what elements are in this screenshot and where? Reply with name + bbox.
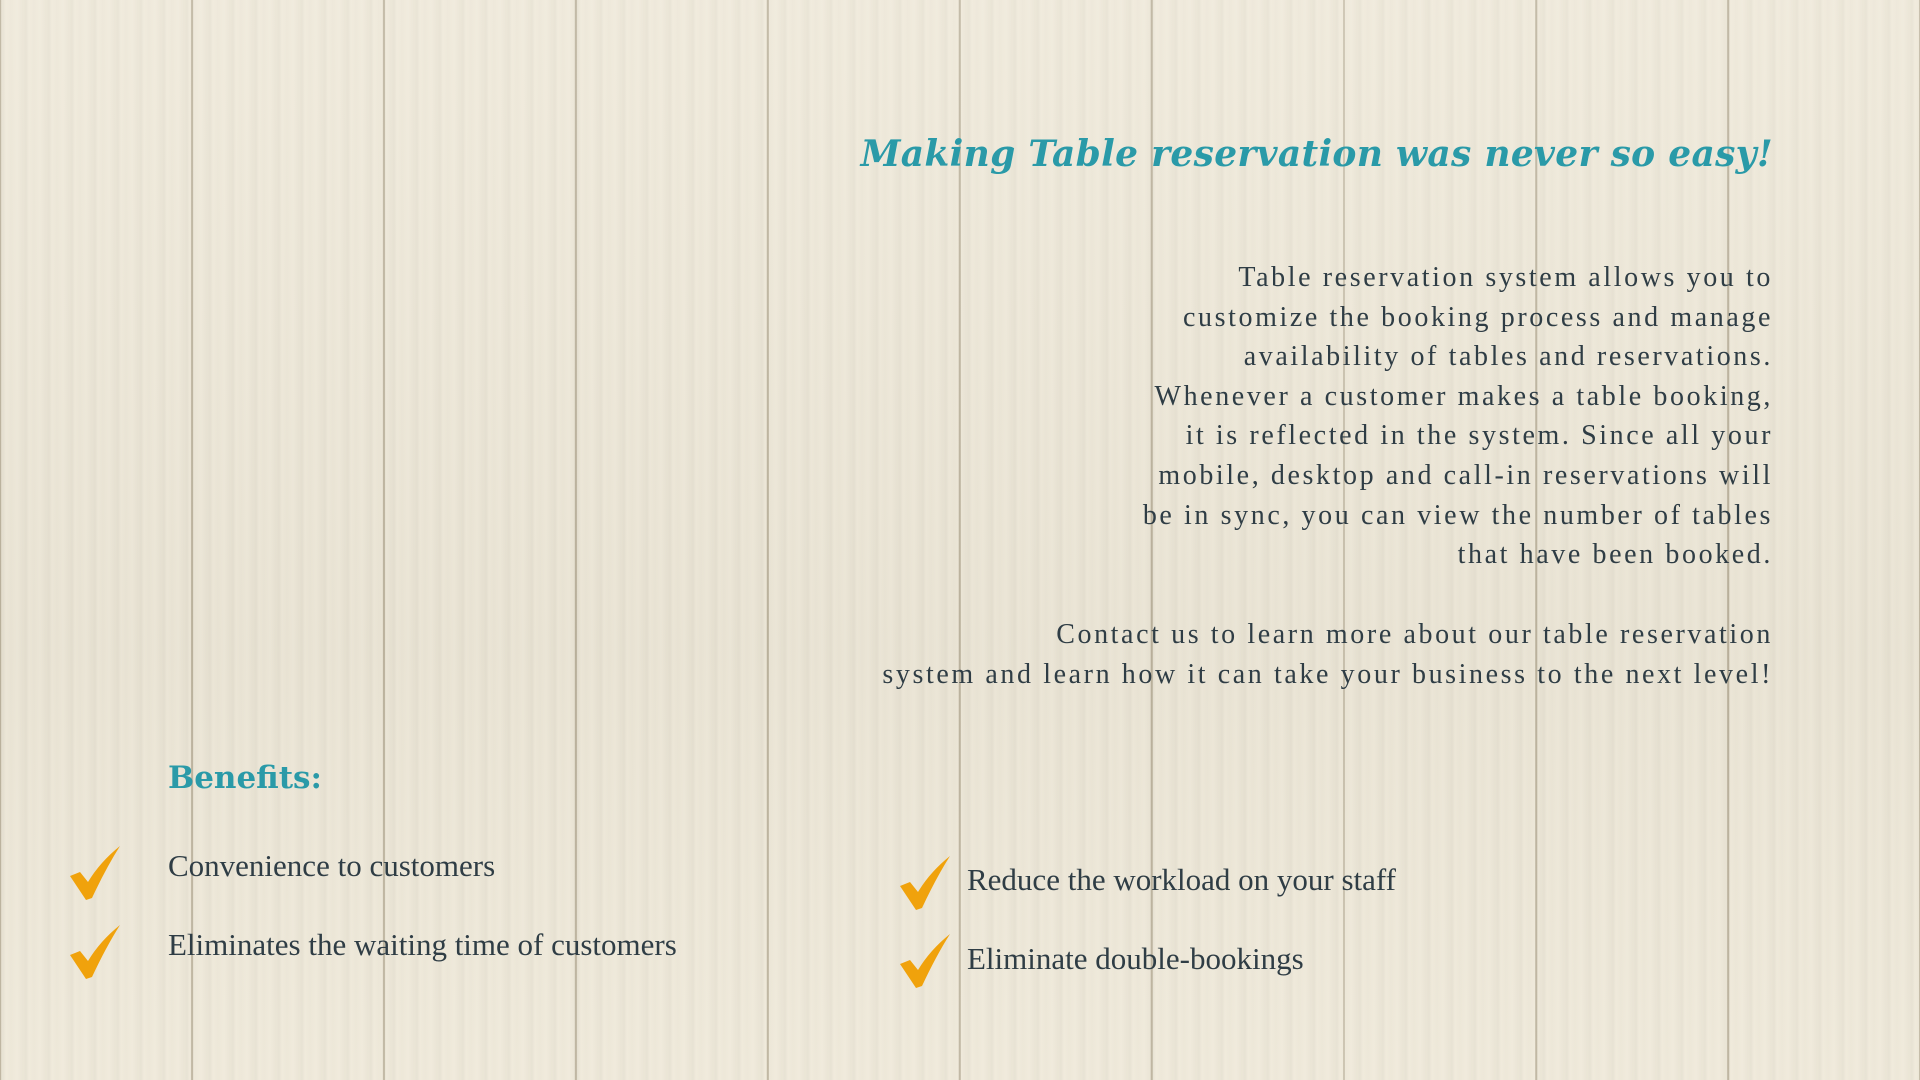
benefits-heading: Benefits: (168, 760, 322, 796)
description-line: it is reflected in the system. Since all… (1185, 420, 1773, 452)
checkmark-icon (70, 925, 120, 979)
benefit-label: Eliminate double-bookings (967, 941, 1304, 976)
contact-line: system and learn how it can take your bu… (882, 658, 1773, 690)
checkmark-icon (70, 846, 120, 900)
description-line: Table reservation system allows you to (1238, 262, 1773, 293)
benefit-label: Reduce the workload on your staff (967, 862, 1397, 897)
description-line: that have been booked. (1457, 539, 1773, 571)
contact-paragraph: Contact us to learn more about our table… (473, 615, 1773, 694)
description-line: availability of tables and reservations. (1243, 341, 1773, 373)
description-line: mobile, desktop and call-in reservations… (1158, 459, 1773, 491)
benefit-label: Eliminates the waiting time of customers (168, 927, 677, 962)
description-paragraph: Table reservation system allows you to c… (873, 258, 1773, 575)
benefit-label: Convenience to customers (168, 848, 496, 883)
description-line: be in sync, you can view the number of t… (1142, 499, 1773, 531)
checkmark-icon (900, 934, 950, 988)
checkmark-icon (900, 856, 950, 910)
page-headline: Making Table reservation was never so ea… (860, 133, 1773, 175)
contact-line: Contact us to learn more about our table… (1056, 619, 1773, 650)
description-line: customize the booking process and manage (1183, 301, 1773, 333)
description-line: Whenever a customer makes a table bookin… (1154, 380, 1773, 412)
